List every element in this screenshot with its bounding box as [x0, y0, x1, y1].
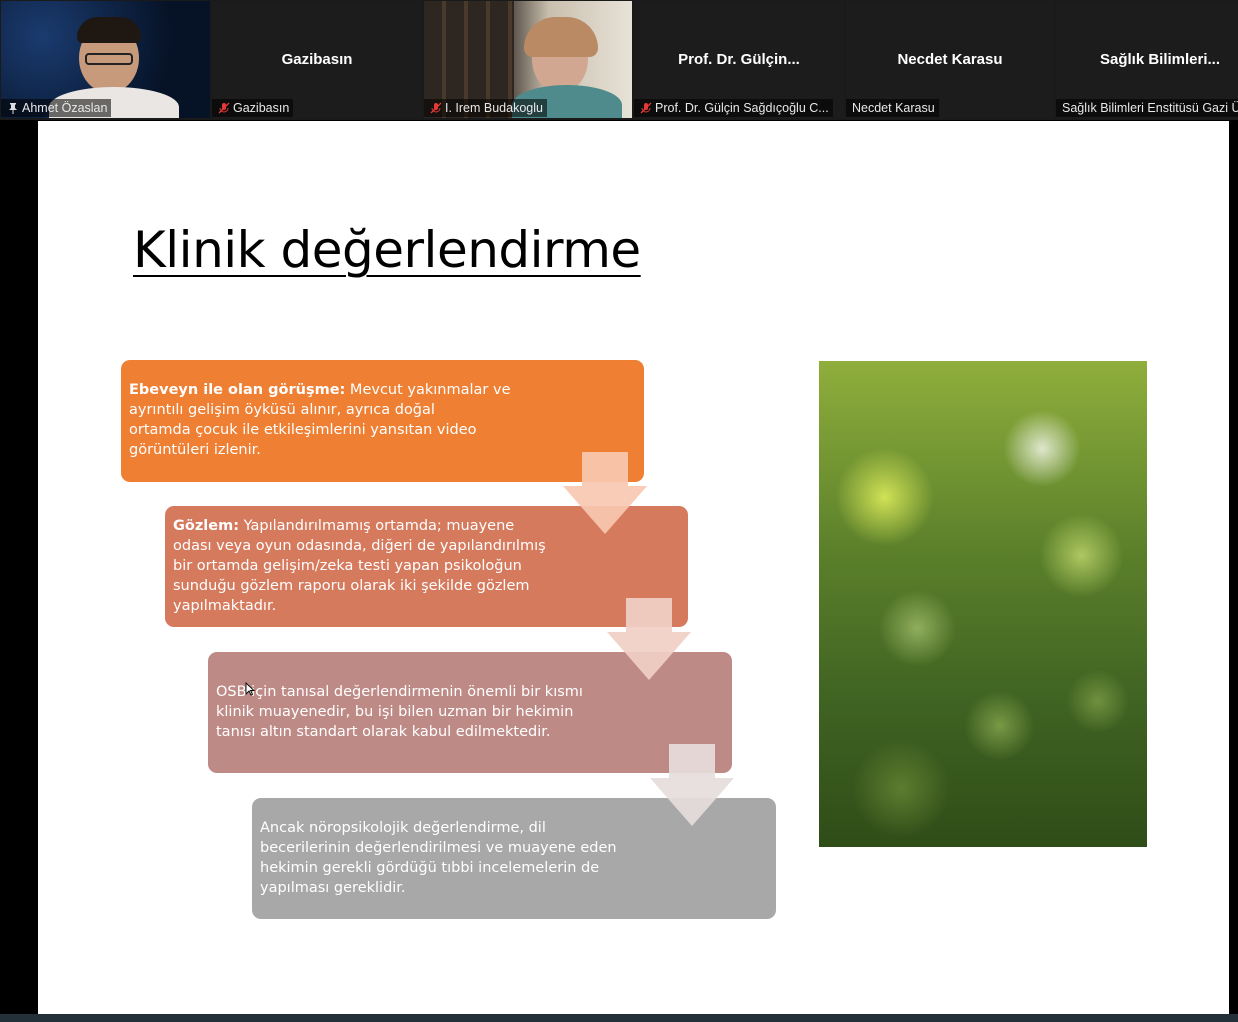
- shared-slide: Klinik değerlendirme Ebeveyn ile olan gö…: [38, 121, 1229, 1014]
- participant-name: Prof. Dr. Gülçin Sağdıçoğlu C...: [655, 101, 829, 115]
- participant-name: Necdet Karasu: [852, 101, 935, 115]
- participant-name-label: Ahmet Özaslan: [1, 99, 112, 117]
- glasses: [85, 53, 133, 65]
- participant-tile-gazibasin[interactable]: Gazibasın Gazibasın: [212, 1, 422, 118]
- mic-muted-icon: [640, 102, 652, 114]
- step-line: klinik muayenedir, bu işi bilen uzman bi…: [216, 704, 574, 720]
- participant-tile-ahmet[interactable]: Ahmet Özaslan: [1, 1, 210, 118]
- step-text: Ancak nöropsikolojik değerlendirme, dil …: [260, 818, 660, 898]
- step-line: hekimin gerekli gördüğü tıbbi incelemele…: [260, 860, 600, 876]
- step-line: Ancak nöropsikolojik değerlendirme, dil: [260, 820, 546, 836]
- participant-strip: Ahmet Özaslan Gazibasın Gazibasın I. Ire…: [0, 0, 1238, 120]
- participant-name-label: Prof. Dr. Gülçin Sağdıçoğlu C...: [634, 99, 833, 117]
- participant-tile-saglik[interactable]: Sağlık Bilimleri... Sağlık Bilimleri Ens…: [1056, 1, 1238, 118]
- step-line: Yapılandırılmamış ortamda; muayene: [239, 518, 515, 534]
- step-line: becerilerinin değerlendirilmesi ve muaye…: [260, 840, 617, 856]
- participant-tile-irem[interactable]: I. Irem Budakoglu: [424, 1, 632, 118]
- step-line: yapılması gereklidir.: [260, 880, 406, 896]
- mic-muted-icon: [430, 102, 442, 114]
- participant-name: Sağlık Bilimleri Enstitüsü Gazi Ü: [1062, 101, 1238, 115]
- participant-tile-gulcin[interactable]: Prof. Dr. Gülçin... Prof. Dr. Gülçin Sağ…: [634, 1, 844, 118]
- participant-name: Gazibasın: [233, 101, 290, 115]
- step-line: sunduğu gözlem raporu olarak iki şekilde…: [173, 578, 530, 594]
- participant-name-label: Sağlık Bilimleri Enstitüsü Gazi Ü: [1056, 99, 1238, 117]
- participant-name-label: Gazibasın: [212, 99, 294, 117]
- step-line: ayrıntılı gelişim öyküsü alınır, ayrıca …: [129, 402, 435, 418]
- step-text: Gözlem: Yapılandırılmamış ortamda; muaye…: [173, 516, 573, 616]
- person-hair: [524, 17, 598, 57]
- person-hair: [77, 17, 141, 43]
- step-heading: Ebeveyn ile olan görüşme:: [129, 382, 346, 398]
- bottom-bar: [0, 1014, 1238, 1022]
- step-line: görüntüleri izlenir.: [129, 442, 261, 458]
- step-line: OSB için tanısal değerlendirmenin önemli…: [216, 684, 583, 700]
- step-line: ortamda çocuk ile etkileşimlerini yansıt…: [129, 422, 477, 438]
- bokeh-photo: [819, 361, 1147, 847]
- participant-display-name: Gazibasın: [281, 51, 353, 68]
- step-heading: Gözlem:: [173, 518, 240, 534]
- participant-name-label: I. Irem Budakoglu: [424, 99, 547, 117]
- slide-title: Klinik değerlendirme: [133, 221, 641, 279]
- step-line: Mevcut yakınmalar ve: [345, 382, 511, 398]
- participant-name-label: Necdet Karasu: [846, 99, 939, 117]
- step-text: OSB için tanısal değerlendirmenin önemli…: [216, 682, 616, 742]
- participant-name: Ahmet Özaslan: [22, 101, 108, 115]
- participant-display-name: Prof. Dr. Gülçin...: [678, 51, 800, 68]
- step-line: yapılmaktadır.: [173, 598, 277, 614]
- down-arrow-icon: [607, 598, 691, 680]
- mic-muted-icon: [218, 102, 230, 114]
- pin-icon: [9, 103, 17, 114]
- down-arrow-icon: [563, 452, 647, 534]
- down-arrow-icon: [650, 744, 734, 826]
- step-line: bir ortamda gelişim/zeka testi yapan psi…: [173, 558, 522, 574]
- participant-name: I. Irem Budakoglu: [445, 101, 543, 115]
- participant-display-name: Necdet Karasu: [897, 51, 1003, 68]
- step-line: odası veya oyun odasında, diğeri de yapı…: [173, 538, 546, 554]
- participant-display-name: Sağlık Bilimleri...: [1099, 51, 1221, 68]
- mouse-cursor-icon: [245, 682, 255, 696]
- participant-tile-necdet[interactable]: Necdet Karasu Necdet Karasu: [846, 1, 1054, 118]
- step-line: tanısı altın standart olarak kabul edilm…: [216, 724, 551, 740]
- step-text: Ebeveyn ile olan görüşme: Mevcut yakınma…: [129, 380, 529, 460]
